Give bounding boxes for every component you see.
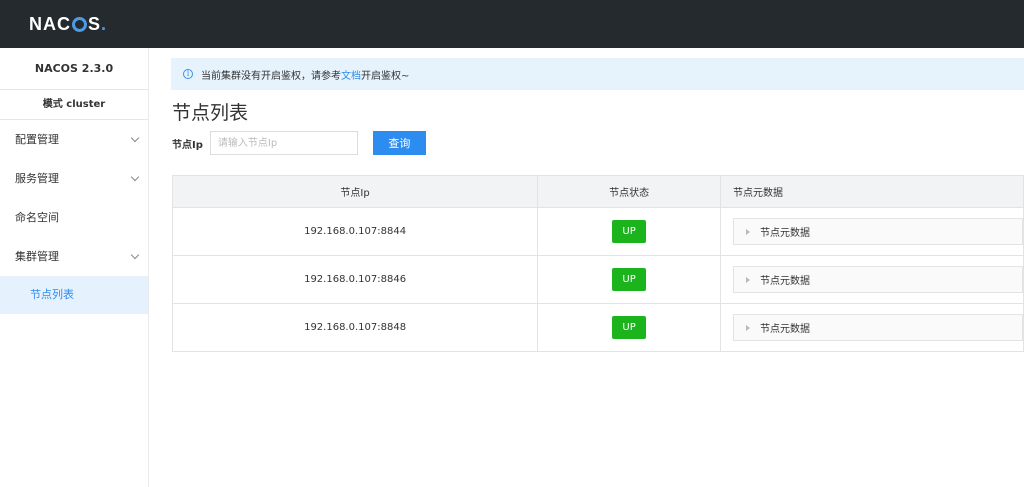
node-ip-cell: 192.168.0.107:8848 <box>171 303 539 352</box>
node-ip-cell: 192.168.0.107:8844 <box>171 207 539 256</box>
filter-bar: 节点Ip 查询 <box>172 131 426 155</box>
table-row: 192.168.0.107:8844 UP 节点元数据 <box>171 207 1024 256</box>
table-row: 192.168.0.107:8848 UP 节点元数据 <box>171 303 1024 352</box>
node-table: 节点Ip 节点状态 节点元数据 192.168.0.107:8844 UP 节点… <box>171 175 1024 352</box>
table-header-row: 节点Ip 节点状态 节点元数据 <box>171 175 1024 208</box>
column-header-meta: 节点元数据 <box>720 175 1024 208</box>
sidebar-item-label: 命名空间 <box>15 211 59 224</box>
logo-circle-icon <box>72 17 87 32</box>
sidebar-item-service[interactable]: 服务管理 <box>0 159 148 198</box>
status-badge: UP <box>612 220 647 243</box>
caret-right-icon <box>746 228 750 235</box>
status-badge: UP <box>612 316 647 339</box>
notice-text: 当前集群没有开启鉴权，请参考 <box>201 70 341 82</box>
query-button[interactable]: 查询 <box>372 131 426 155</box>
filter-label: 节点Ip <box>172 139 203 151</box>
mode-label: 模式 cluster <box>0 90 148 120</box>
sidebar-item-config[interactable]: 配置管理 <box>0 120 148 159</box>
chevron-down-icon <box>130 133 140 143</box>
column-header-state: 节点状态 <box>537 175 721 208</box>
info-icon: i <box>183 69 193 79</box>
metadata-collapse[interactable]: 节点元数据 <box>733 314 1023 341</box>
auth-notice: i 当前集群没有开启鉴权，请参考 文档 开启鉴权~ <box>171 58 1024 90</box>
sidebar-item-cluster[interactable]: 集群管理 <box>0 237 148 276</box>
table-row: 192.168.0.107:8846 UP 节点元数据 <box>171 255 1024 304</box>
doc-link[interactable]: 文档 <box>341 67 361 82</box>
notice-text-tail: 开启鉴权~ <box>361 70 410 82</box>
node-meta-cell: 节点元数据 <box>720 255 1024 304</box>
metadata-collapse[interactable]: 节点元数据 <box>733 266 1023 293</box>
top-navbar: NAC S. <box>0 0 1024 48</box>
node-ip-input[interactable] <box>209 131 358 155</box>
node-meta-cell: 节点元数据 <box>720 207 1024 256</box>
logo-dot: . <box>101 14 108 34</box>
chevron-down-icon <box>130 250 140 260</box>
main-content: i 当前集群没有开启鉴权，请参考文档开启鉴权~ 节点列表 节点Ip 查询 节点I… <box>149 48 1024 487</box>
caret-right-icon <box>746 276 750 283</box>
node-state-cell: UP <box>537 255 721 304</box>
node-state-cell: UP <box>537 303 721 352</box>
sidebar-subitem-node-list[interactable]: 节点列表 <box>0 276 148 314</box>
node-meta-cell: 节点元数据 <box>720 303 1024 352</box>
metadata-label: 节点元数据 <box>760 228 810 239</box>
metadata-label: 节点元数据 <box>760 276 810 287</box>
logo-text-prefix: NAC <box>29 14 71 34</box>
sidebar: NACOS 2.3.0 模式 cluster 配置管理 服务管理 命名空间 集群… <box>0 48 149 487</box>
nacos-logo[interactable]: NAC S. <box>29 14 107 35</box>
version-label: NACOS 2.3.0 <box>0 48 148 90</box>
caret-right-icon <box>746 324 750 331</box>
chevron-down-icon <box>130 172 140 182</box>
column-header-ip: 节点Ip <box>171 175 539 208</box>
node-state-cell: UP <box>537 207 721 256</box>
sidebar-item-label: 服务管理 <box>15 172 59 185</box>
page-title: 节点列表 <box>172 102 249 124</box>
sidebar-item-label: 集群管理 <box>15 250 59 263</box>
sidebar-item-label: 配置管理 <box>15 133 59 146</box>
node-ip-cell: 192.168.0.107:8846 <box>171 255 539 304</box>
status-badge: UP <box>612 268 647 291</box>
metadata-label: 节点元数据 <box>760 324 810 335</box>
logo-text-suffix: S <box>88 14 102 34</box>
sidebar-item-namespace[interactable]: 命名空间 <box>0 198 148 237</box>
metadata-collapse[interactable]: 节点元数据 <box>733 218 1023 245</box>
